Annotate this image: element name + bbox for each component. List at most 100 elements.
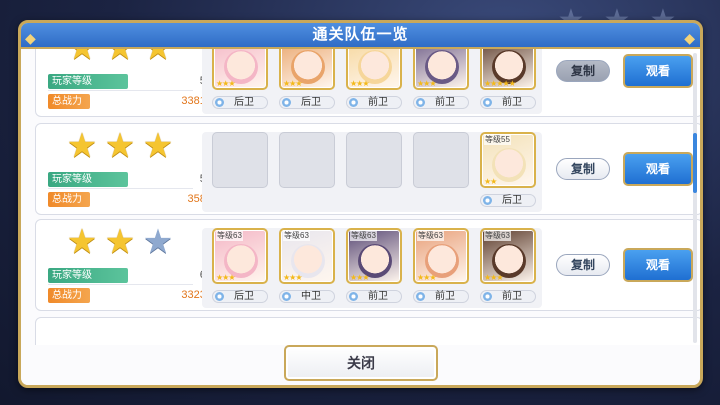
position-label: 后卫 [301,97,321,108]
character-face-icon [492,148,526,182]
character-portrait[interactable]: ★★★ [413,49,469,90]
position-label: 前卫 [502,97,522,108]
position-tag: 前卫 [413,96,469,109]
team-row [35,317,700,345]
position-tag: 后卫 [212,290,268,303]
character-portrait[interactable]: 等级63 ★★★ [346,228,402,284]
scrollbar[interactable] [693,53,697,343]
player-level-label: 玩家等级 [48,172,128,187]
total-power-value: 3587 [187,193,212,205]
scrollbar-thumb[interactable] [693,133,697,193]
position-tag: 后卫 [480,194,536,207]
total-power-label: 总战力 [48,192,90,207]
position-label: 后卫 [502,195,522,206]
view-button[interactable]: 观看 [623,152,693,186]
player-level-value: 63 [132,269,212,281]
clear-stars: ★★★ [66,223,176,261]
position-label: 前卫 [435,97,455,108]
player-level-label: 玩家等级 [48,74,128,89]
team-row: ★★★玩家等级63总战力33234等级63★★★后卫等级63★★★中卫等级63★… [35,219,700,311]
position-tag: 前卫 [480,290,536,303]
position-icon [416,292,425,301]
rarity-stars: ★★★ [283,79,302,88]
dialog-footer: 关闭 [21,345,700,385]
star-filled-icon: ★ [142,49,174,65]
dialog-header: ◆ 通关队伍一览 ◆ [21,23,700,49]
total-power-label: 总战力 [48,94,90,109]
rarity-stars: ★★★ [417,273,436,282]
star-empty-icon: ★ [142,223,174,261]
position-label: 后卫 [234,291,254,302]
total-power-value: 33234 [181,289,212,301]
position-icon [483,292,492,301]
position-tag: 中卫 [279,290,335,303]
position-label: 后卫 [234,97,254,108]
star-filled-icon: ★ [66,223,98,261]
position-icon [349,292,358,301]
total-power-value: 33819 [181,95,212,107]
copy-button[interactable]: 复制 [556,60,610,82]
character-portrait[interactable]: 等级63 ★★★ [480,228,536,284]
team-row: ★ ★ ★ 玩家等级 56 总战力 33819★★★ 后卫 ★★★ 后卫 ★★★ 前卫 ★★★ 前卫 ★★★… [35,49,700,117]
character-portrait[interactable]: 等级55 ★★ [480,132,536,188]
team-members: 等级63 ★★★ 后卫 等级63 ★★★ 中卫 等级63 ★★★ 前卫 等级63 ★★★ 前卫 等级63… [202,228,542,308]
character-portrait[interactable]: ★★★ [279,49,335,90]
empty-slot [279,132,335,188]
character-level: 等级63 [484,230,511,241]
team-list[interactable]: ★★★玩家等级56总战力33819★★★后卫★★★后卫★★★前卫★★★前卫★★★… [35,49,700,345]
rarity-stars: ★★ [484,177,497,186]
position-icon [282,292,291,301]
rarity-stars: ★★★ [350,79,369,88]
star-filled-icon: ★ [142,127,174,165]
character-level: 等级63 [283,230,310,241]
rarity-stars: ★★★ [216,273,235,282]
divider [48,284,193,285]
position-label: 前卫 [368,97,388,108]
position-tag: 前卫 [346,290,402,303]
position-tag: 前卫 [413,290,469,303]
star-filled-icon: ★ [66,127,98,165]
character-portrait[interactable]: 等级63 ★★★ [413,228,469,284]
rarity-stars: ★★★★★ [484,79,516,88]
star-filled-icon: ★ [104,223,136,261]
empty-slot [346,132,402,188]
character-portrait[interactable]: 等级63 ★★★ [279,228,335,284]
star-filled-icon: ★ [66,49,98,65]
character-portrait[interactable]: ★★★★★ [480,49,536,90]
view-button[interactable]: 观看 [623,54,693,88]
copy-button[interactable]: 复制 [556,158,610,180]
rarity-stars: ★★★ [484,273,503,282]
position-label: 前卫 [435,291,455,302]
empty-slot [413,132,469,188]
team-members: 等级55 ★★ 后卫 [202,132,542,212]
star-filled-icon: ★ [104,49,136,65]
clear-team-dialog: ◆ 通关队伍一览 ◆ ★★★玩家等级56总战力33819★★★后卫★★★后卫★★… [18,20,703,388]
position-icon [215,292,224,301]
position-icon [215,98,224,107]
character-level: 等级63 [417,230,444,241]
copy-button[interactable]: 复制 [556,254,610,276]
view-button[interactable]: 观看 [623,248,693,282]
divider [48,90,193,91]
position-icon [483,98,492,107]
player-level-value: 55 [132,173,212,185]
position-tag: 前卫 [346,96,402,109]
rarity-stars: ★★★ [216,79,235,88]
corner-ornament-icon: ◆ [25,30,37,46]
player-level-value: 56 [132,75,212,87]
close-button[interactable]: 关闭 [284,345,438,381]
character-portrait[interactable]: ★★★ [346,49,402,90]
position-tag: 后卫 [212,96,268,109]
team-members: ★★★ 后卫 ★★★ 后卫 ★★★ 前卫 ★★★ 前卫 ★★★★★ 前卫 [202,49,542,114]
position-icon [483,196,492,205]
character-portrait[interactable]: 等级63 ★★★ [212,228,268,284]
team-row: ★★★玩家等级55总战力3587等级55★★后卫复制观看 [35,123,700,215]
character-level: 等级63 [216,230,243,241]
position-tag: 后卫 [279,96,335,109]
position-icon [416,98,425,107]
corner-ornament-icon: ◆ [684,30,696,46]
clear-stars: ★ ★ ★ [66,49,176,65]
rarity-stars: ★★★ [417,79,436,88]
character-level: 等级63 [350,230,377,241]
character-portrait[interactable]: ★★★ [212,49,268,90]
